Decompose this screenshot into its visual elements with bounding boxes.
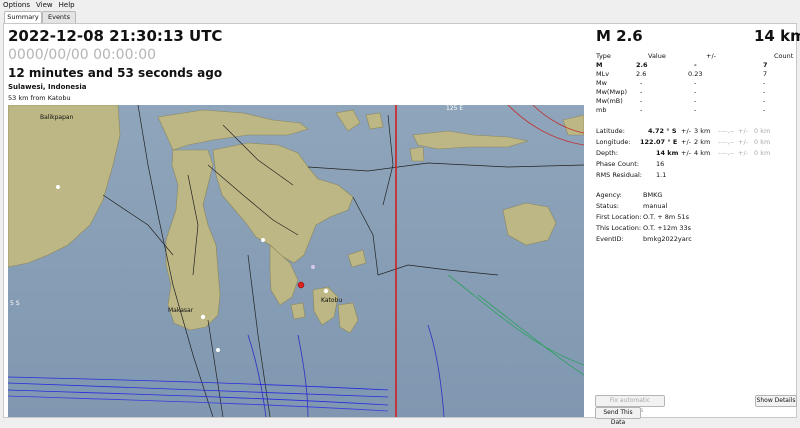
- map-label-lon: 125 E: [446, 105, 463, 112]
- mag-row-count: -: [763, 79, 766, 87]
- depth-faint-pm: +/-: [738, 149, 748, 157]
- this-location-label: This Location:: [596, 224, 642, 232]
- depth-value-header: 14 km: [754, 27, 800, 45]
- local-time-placeholder: 0000/00/00 00:00:00: [8, 47, 157, 63]
- longitude-label: Longitude:: [596, 138, 631, 146]
- event-id-label: EventID:: [596, 235, 624, 243]
- tab-events[interactable]: Events: [42, 11, 76, 23]
- mag-row-value: -: [640, 97, 643, 105]
- latitude-value: 4.72 ° S: [648, 127, 677, 135]
- mag-header-type: Type: [596, 52, 611, 60]
- depth-uncertainty: 4 km: [694, 149, 711, 157]
- city-marker-other-3: [216, 348, 220, 352]
- latitude-faint-pm: +/-: [738, 127, 748, 135]
- mag-row-value: 2.6: [636, 70, 647, 78]
- city-marker-other-2: [311, 265, 315, 269]
- status-label: Status:: [596, 202, 619, 210]
- mag-row-unc: -: [694, 97, 697, 105]
- menu-view[interactable]: View: [33, 0, 56, 10]
- longitude-faint-value: ----,--: [718, 138, 735, 146]
- mag-row-value: -: [640, 88, 643, 96]
- mag-row-type: Mw: [596, 79, 607, 87]
- epicenter-marker[interactable]: [297, 281, 305, 289]
- latitude-pm: +/-: [681, 127, 691, 135]
- agency-value: BMKG: [643, 191, 663, 199]
- send-this-data-button[interactable]: Send This Data: [595, 407, 641, 426]
- mag-row-count: -: [763, 88, 766, 96]
- rms-residual-value: 1.1: [656, 171, 667, 179]
- status-value: manual: [643, 202, 668, 210]
- show-details-button[interactable]: Show Details: [755, 395, 797, 407]
- this-location-value: O.T. +12m 33s: [643, 224, 692, 232]
- mag-row-count: 7: [763, 61, 768, 69]
- longitude-faint-pm: +/-: [738, 138, 748, 146]
- map-label-lat: 5 S: [10, 300, 20, 307]
- mag-row-unc: 0.23: [688, 70, 703, 78]
- mag-row-count: -: [763, 97, 766, 105]
- longitude-pm: +/-: [681, 138, 691, 146]
- depth-value: 14 km: [656, 149, 679, 157]
- latitude-uncertainty: 3 km: [694, 127, 711, 135]
- map-label-makassar: Makasar: [168, 307, 194, 314]
- phase-count-label: Phase Count:: [596, 160, 639, 168]
- fix-automatic-solutions-button[interactable]: Fix automatic solutions: [595, 395, 665, 414]
- first-location-label: First Location:: [596, 213, 642, 221]
- region-name: Sulawesi, Indonesia: [8, 83, 87, 91]
- agency-label: Agency:: [596, 191, 622, 199]
- mag-header-count: Count: [774, 52, 794, 60]
- mag-row-count: 7: [763, 70, 768, 78]
- mag-row-value: 2.6: [636, 61, 648, 69]
- map-canvas[interactable]: Balikpapan Makasar Katobu 125 E 5 S: [8, 105, 584, 417]
- latitude-faint-km: 0 km: [754, 127, 771, 135]
- magnitude-value: M 2.6: [596, 27, 643, 45]
- mag-row-type: Mw(Mwp): [596, 88, 628, 96]
- nearest-city-distance: 53 km from Katobu: [8, 94, 71, 102]
- mag-row-unc: -: [694, 88, 697, 96]
- city-marker-makassar: [200, 314, 206, 320]
- mag-header-pm: +/-: [706, 52, 716, 60]
- mag-row-value: -: [640, 106, 643, 114]
- first-location-value: O.T. + 8m 51s: [643, 213, 689, 221]
- origin-time: 2022-12-08 21:30:13 UTC: [8, 27, 223, 45]
- mag-row-value: -: [640, 79, 643, 87]
- mag-row-unc: -: [694, 61, 697, 69]
- city-marker-other: [261, 238, 265, 242]
- rms-residual-label: RMS Residual:: [596, 171, 642, 179]
- event-id-value: bmkg2022yarc: [643, 235, 692, 243]
- mag-row-count: -: [763, 106, 766, 114]
- phase-count-value: 16: [656, 160, 665, 168]
- longitude-faint-km: 0 km: [754, 138, 771, 146]
- city-marker-other-4: [56, 185, 60, 189]
- mag-row-unc: -: [694, 79, 697, 87]
- mag-header-value: Value: [648, 52, 666, 60]
- mag-row-type: MLv: [596, 70, 610, 78]
- menu-bar: Options View Help: [0, 0, 800, 10]
- map-label-balikpapan: Balikpapan: [40, 114, 74, 121]
- depth-label: Depth:: [596, 149, 618, 157]
- map-label-katobu: Katobu: [321, 297, 342, 304]
- depth-pm: +/-: [681, 149, 691, 157]
- time-ago: 12 minutes and 53 seconds ago: [8, 66, 223, 80]
- depth-faint-value: ----,--: [718, 149, 735, 157]
- mag-row-type: M: [596, 61, 603, 69]
- city-marker-katobu: [323, 288, 329, 294]
- mag-row-unc: -: [694, 106, 697, 114]
- mag-row-type: Mw(mB): [596, 97, 623, 105]
- menu-help[interactable]: Help: [56, 0, 78, 10]
- landmass-sula-west: [409, 146, 425, 162]
- latitude-label: Latitude:: [596, 127, 625, 135]
- mag-row-type: mb: [596, 106, 607, 114]
- event-map[interactable]: Balikpapan Makasar Katobu 125 E 5 S: [8, 105, 584, 417]
- depth-faint-km: 0 km: [754, 149, 771, 157]
- latitude-faint-value: ----,--: [718, 127, 735, 135]
- longitude-uncertainty: 2 km: [694, 138, 711, 146]
- menu-options[interactable]: Options: [0, 0, 33, 10]
- longitude-value: 122.07 ° E: [640, 138, 678, 146]
